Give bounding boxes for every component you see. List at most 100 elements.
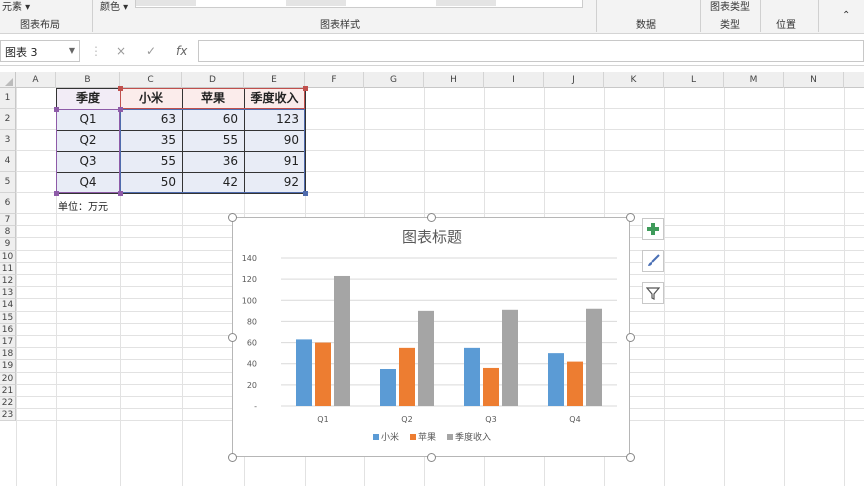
chart-resize-handle[interactable] xyxy=(227,452,237,462)
formula-input[interactable] xyxy=(198,40,864,62)
range-resize-handle[interactable] xyxy=(53,106,59,112)
row-header-3[interactable]: 3 xyxy=(0,130,16,151)
row-header-11[interactable]: 11 xyxy=(0,262,16,275)
quarter-cell[interactable]: Q4 xyxy=(56,172,120,193)
row-header-17[interactable]: 17 xyxy=(0,336,16,349)
column-header-E[interactable]: E xyxy=(244,72,305,88)
range-resize-handle[interactable] xyxy=(302,85,308,91)
legend-swatch xyxy=(410,434,416,440)
value-cell[interactable]: 123 xyxy=(244,109,305,130)
row-header-20[interactable]: 20 xyxy=(0,372,16,385)
value-cell[interactable]: 60 xyxy=(182,109,244,130)
table-border xyxy=(56,129,305,131)
table-header-cell[interactable]: 季度 xyxy=(56,88,120,109)
table-border xyxy=(56,150,305,152)
row-header-6[interactable]: 6 xyxy=(0,193,16,214)
name-box[interactable]: 图表 3 ▼ xyxy=(0,40,80,62)
chart-resize-handle[interactable] xyxy=(227,212,237,222)
row-header-18[interactable]: 18 xyxy=(0,348,16,361)
value-cell[interactable]: 91 xyxy=(244,151,305,172)
insert-function-icon[interactable]: fx xyxy=(176,44,187,58)
chart-style-thumb[interactable] xyxy=(436,0,496,6)
row-header-19[interactable]: 19 xyxy=(0,360,16,373)
row-header-7[interactable]: 7 xyxy=(0,214,16,227)
row-header-9[interactable]: 9 xyxy=(0,238,16,251)
select-all-corner[interactable] xyxy=(0,72,16,88)
legend-swatch xyxy=(447,434,453,440)
row-header-22[interactable]: 22 xyxy=(0,397,16,410)
column-header-F[interactable]: F xyxy=(305,72,364,88)
table-border xyxy=(119,88,121,193)
table-header-cell[interactable]: 苹果 xyxy=(182,88,244,109)
table-header-cell[interactable]: 季度收入 xyxy=(244,88,305,109)
quarter-cell[interactable]: Q2 xyxy=(56,130,120,151)
row-header-8[interactable]: 8 xyxy=(0,226,16,239)
column-header-I[interactable]: I xyxy=(484,72,544,88)
value-cell[interactable]: 55 xyxy=(120,151,182,172)
row-header-12[interactable]: 12 xyxy=(0,275,16,288)
column-header-K[interactable]: K xyxy=(604,72,664,88)
column-header-L[interactable]: L xyxy=(664,72,724,88)
row-header-10[interactable]: 10 xyxy=(0,250,16,263)
change-chart-type-button[interactable]: 图表类型 xyxy=(710,0,750,13)
column-header-C[interactable]: C xyxy=(120,72,182,88)
column-header-J[interactable]: J xyxy=(544,72,604,88)
chart-plot[interactable]: - 20 40 60 80 100 120 140 Q1 Q2 Q3 Q4 小米 苹果 季度收入 xyxy=(233,218,631,458)
chart-resize-handle[interactable] xyxy=(625,452,635,462)
range-resize-handle[interactable] xyxy=(117,106,123,112)
chart-style-thumb[interactable] xyxy=(136,0,196,6)
collapse-ribbon-icon[interactable]: ⌃ xyxy=(842,10,850,21)
column-header-B[interactable]: B xyxy=(56,72,120,88)
row-header-1[interactable]: 1 xyxy=(0,88,16,109)
bar-季度收入-Q2 xyxy=(418,310,434,406)
value-cell[interactable]: 35 xyxy=(120,130,182,151)
value-cell[interactable]: 36 xyxy=(182,151,244,172)
row-header-14[interactable]: 14 xyxy=(0,299,16,312)
row-header-2[interactable]: 2 xyxy=(0,109,16,130)
row-header-13[interactable]: 13 xyxy=(0,287,16,300)
ribbon-add-element-button[interactable]: 元素 ▾ xyxy=(2,0,30,13)
range-resize-handle[interactable] xyxy=(117,190,123,196)
row-header-15[interactable]: 15 xyxy=(0,311,16,324)
chart-resize-handle[interactable] xyxy=(227,332,237,342)
chart-styles-gallery[interactable] xyxy=(135,0,583,8)
column-header-N[interactable]: N xyxy=(784,72,844,88)
range-resize-handle[interactable] xyxy=(117,85,123,91)
column-header-A[interactable]: A xyxy=(16,72,56,88)
chart-elements-button[interactable] xyxy=(642,218,664,240)
column-header-G[interactable]: G xyxy=(364,72,424,88)
value-cell[interactable]: 90 xyxy=(244,130,305,151)
column-header-D[interactable]: D xyxy=(182,72,244,88)
value-cell[interactable]: 42 xyxy=(182,172,244,193)
chart-filters-button[interactable] xyxy=(642,282,664,304)
chart-styles-button[interactable] xyxy=(642,250,664,272)
range-resize-handle[interactable] xyxy=(302,190,308,196)
column-header-H[interactable]: H xyxy=(424,72,484,88)
value-cell[interactable]: 55 xyxy=(182,130,244,151)
quarter-cell[interactable]: Q3 xyxy=(56,151,120,172)
chart-style-thumb[interactable] xyxy=(286,0,346,6)
column-header-M[interactable]: M xyxy=(724,72,784,88)
value-cell[interactable]: 50 xyxy=(120,172,182,193)
chart-resize-handle[interactable] xyxy=(625,212,635,222)
ribbon-change-colors-button[interactable]: 颜色 ▾ xyxy=(100,0,128,13)
row-header-21[interactable]: 21 xyxy=(0,384,16,397)
value-cell[interactable]: 92 xyxy=(244,172,305,193)
quarter-cell[interactable]: Q1 xyxy=(56,109,120,130)
chart-resize-handle[interactable] xyxy=(426,212,436,222)
y-tick-label: 80 xyxy=(247,317,257,326)
row-header-5[interactable]: 5 xyxy=(0,172,16,193)
range-resize-handle[interactable] xyxy=(53,190,59,196)
confirm-icon[interactable]: ✓ xyxy=(146,44,156,58)
chart-resize-handle[interactable] xyxy=(625,332,635,342)
value-cell[interactable]: 63 xyxy=(120,109,182,130)
chart-area[interactable]: 图表标题 -20 40 60 80 100 120 140 Q1 Q2 Q3 Q4 小米 苹果 季度收入 xyxy=(232,217,630,457)
cancel-icon[interactable]: × xyxy=(116,44,126,58)
table-border xyxy=(181,88,183,193)
row-header-4[interactable]: 4 xyxy=(0,151,16,172)
table-header-cell[interactable]: 小米 xyxy=(120,88,182,109)
row-header-23[interactable]: 23 xyxy=(0,409,16,422)
chart-resize-handle[interactable] xyxy=(426,452,436,462)
row-header-16[interactable]: 16 xyxy=(0,323,16,336)
legend-swatch xyxy=(373,434,379,440)
